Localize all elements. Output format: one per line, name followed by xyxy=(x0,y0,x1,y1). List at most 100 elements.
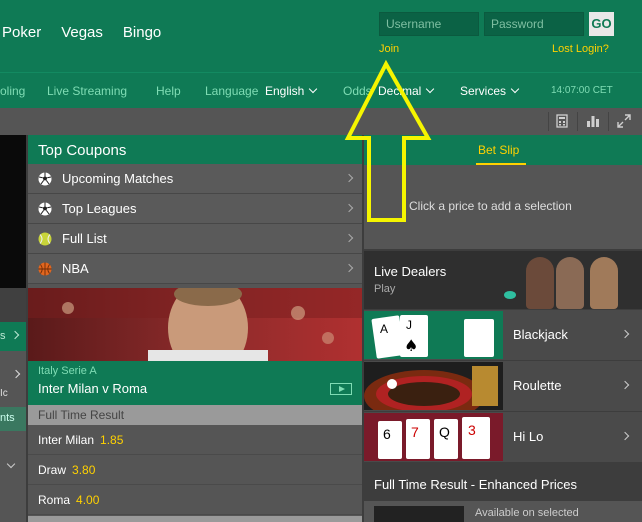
go-button[interactable]: GO xyxy=(589,12,614,36)
selection-inter-milan[interactable]: Inter Milan 1.85 xyxy=(28,425,362,455)
featured-match[interactable]: Italy Serie A Inter Milan v Roma xyxy=(28,361,362,405)
calculator-icon[interactable] xyxy=(555,114,569,128)
coupon-nba[interactable]: NBA xyxy=(28,254,362,284)
bet-slip-tab[interactable]: Bet Slip xyxy=(478,143,519,157)
tab-underline xyxy=(476,163,526,165)
chevron-right-icon xyxy=(344,203,354,213)
left-text-fragment: Ic xyxy=(0,388,8,399)
tool-strip xyxy=(0,108,642,135)
lost-login-link[interactable]: Lost Login? xyxy=(552,43,609,55)
play-video-icon[interactable] xyxy=(330,383,352,395)
left-block xyxy=(0,288,26,322)
password-input[interactable]: Password xyxy=(484,12,584,36)
chip-icon xyxy=(504,291,516,299)
chevron-down-icon xyxy=(510,84,520,94)
language-dropdown[interactable]: English xyxy=(265,84,318,98)
soccer-ball-icon xyxy=(38,202,52,215)
left-tab-text: s xyxy=(0,330,6,342)
sub-nav: oling Live Streaming Help Language Engli… xyxy=(0,72,642,108)
game-name: Blackjack xyxy=(513,327,568,342)
stats-icon[interactable] xyxy=(586,114,600,128)
services-dropdown[interactable]: Services xyxy=(460,84,520,98)
odds-dropdown[interactable]: Decimal xyxy=(378,84,435,98)
top-coupons-panel: Top Coupons Upcoming Matches Top Leagues… xyxy=(28,135,362,522)
game-name: Roulette xyxy=(513,378,562,393)
svg-text:6: 6 xyxy=(383,426,391,442)
chevron-right-icon xyxy=(344,173,354,183)
site-header: Poker Vegas Bingo Username Password GO J… xyxy=(0,0,642,72)
selection-name: Inter Milan xyxy=(38,433,95,447)
clock: 14:07:00 CET xyxy=(551,85,613,96)
nav-poker[interactable]: Poker xyxy=(2,24,41,41)
enhanced-prices-title: Full Time Result - Enhanced Prices xyxy=(364,471,642,498)
chevron-right-icon xyxy=(620,380,630,390)
live-dealers-title: Live Dealers xyxy=(374,264,447,279)
subnav-item-cut[interactable]: oling xyxy=(0,84,25,98)
game-roulette[interactable]: Roulette xyxy=(364,361,642,422)
chevron-right-icon xyxy=(10,330,20,340)
dealer-image xyxy=(590,257,618,309)
top-coupons-title: Top Coupons xyxy=(28,135,362,164)
chevron-right-icon xyxy=(344,263,354,273)
game-name: Hi Lo xyxy=(513,429,544,444)
svg-text:♠: ♠ xyxy=(404,336,418,355)
username-input[interactable]: Username xyxy=(379,12,479,36)
coupon-label: Upcoming Matches xyxy=(62,171,174,186)
selection-odds: 4.00 xyxy=(76,493,100,507)
market-header: Full Time Result xyxy=(28,405,362,425)
coupon-top-leagues[interactable]: Top Leagues xyxy=(28,194,362,224)
chevron-right-icon xyxy=(620,431,630,441)
match-photo[interactable] xyxy=(28,288,362,361)
nav-bingo[interactable]: Bingo xyxy=(123,24,161,41)
odds-label: Odds xyxy=(343,84,372,98)
subnav-help[interactable]: Help xyxy=(156,84,181,98)
bet-slip-header: Bet Slip xyxy=(364,135,642,165)
divider xyxy=(608,112,609,131)
hi-lo-thumbnail: 6 7 Q 3 xyxy=(364,413,503,461)
left-sliver-column: s Ic nts xyxy=(0,135,26,522)
selection-odds: 1.85 xyxy=(100,433,124,447)
chevron-down-icon xyxy=(426,84,435,94)
selection-draw[interactable]: Draw 3.80 xyxy=(28,455,362,485)
roulette-thumbnail xyxy=(364,362,503,422)
chevron-down-icon xyxy=(309,84,318,94)
left-green-tab[interactable]: s xyxy=(0,322,26,351)
coupon-full-list[interactable]: Full List xyxy=(28,224,362,254)
right-column: Bet Slip Click a price to add a selectio… xyxy=(364,135,642,522)
nav-vegas[interactable]: Vegas xyxy=(61,24,103,41)
chevron-down-icon[interactable] xyxy=(6,459,16,469)
next-market-header xyxy=(28,516,362,522)
selection-name: Roma xyxy=(38,493,71,507)
selection-roma[interactable]: Roma 4.00 xyxy=(28,485,362,515)
left-tab-events[interactable]: nts xyxy=(0,407,26,431)
chevron-right-icon xyxy=(620,329,630,339)
coupon-label: NBA xyxy=(62,261,89,276)
join-link[interactable]: Join xyxy=(379,43,399,55)
subnav-live-streaming[interactable]: Live Streaming xyxy=(47,84,127,98)
left-grey-block: Ic xyxy=(0,351,26,407)
live-dealers-play[interactable]: Play xyxy=(374,283,395,295)
expand-icon[interactable] xyxy=(617,114,631,128)
svg-text:A: A xyxy=(380,322,388,336)
top-nav: Poker Vegas Bingo xyxy=(2,24,181,41)
coupon-upcoming-matches[interactable]: Upcoming Matches xyxy=(28,164,362,194)
match-name: Inter Milan v Roma xyxy=(38,381,148,396)
live-dealers-banner[interactable]: Live Dealers Play xyxy=(364,251,642,309)
services-label: Services xyxy=(460,84,507,98)
svg-text:Q: Q xyxy=(439,424,450,440)
enhanced-prices-body[interactable]: Available on selected xyxy=(364,501,642,522)
language-label: Language xyxy=(205,84,259,98)
chevron-right-icon xyxy=(344,233,354,243)
dealer-image xyxy=(526,257,554,309)
enhanced-prices-text: Available on selected xyxy=(475,507,579,519)
chevron-right-icon[interactable] xyxy=(11,369,21,379)
svg-text:J: J xyxy=(406,318,412,332)
coupon-label: Full List xyxy=(62,231,107,246)
tennis-ball-icon xyxy=(38,232,52,245)
soccer-ball-icon xyxy=(38,172,52,185)
divider xyxy=(577,112,578,131)
bet-slip-empty-message: Click a price to add a selection xyxy=(364,165,642,249)
game-blackjack[interactable]: A J ♠ Blackjack xyxy=(364,310,642,360)
coupon-label: Top Leagues xyxy=(62,201,137,216)
game-hi-lo[interactable]: 6 7 Q 3 Hi Lo xyxy=(364,412,642,462)
